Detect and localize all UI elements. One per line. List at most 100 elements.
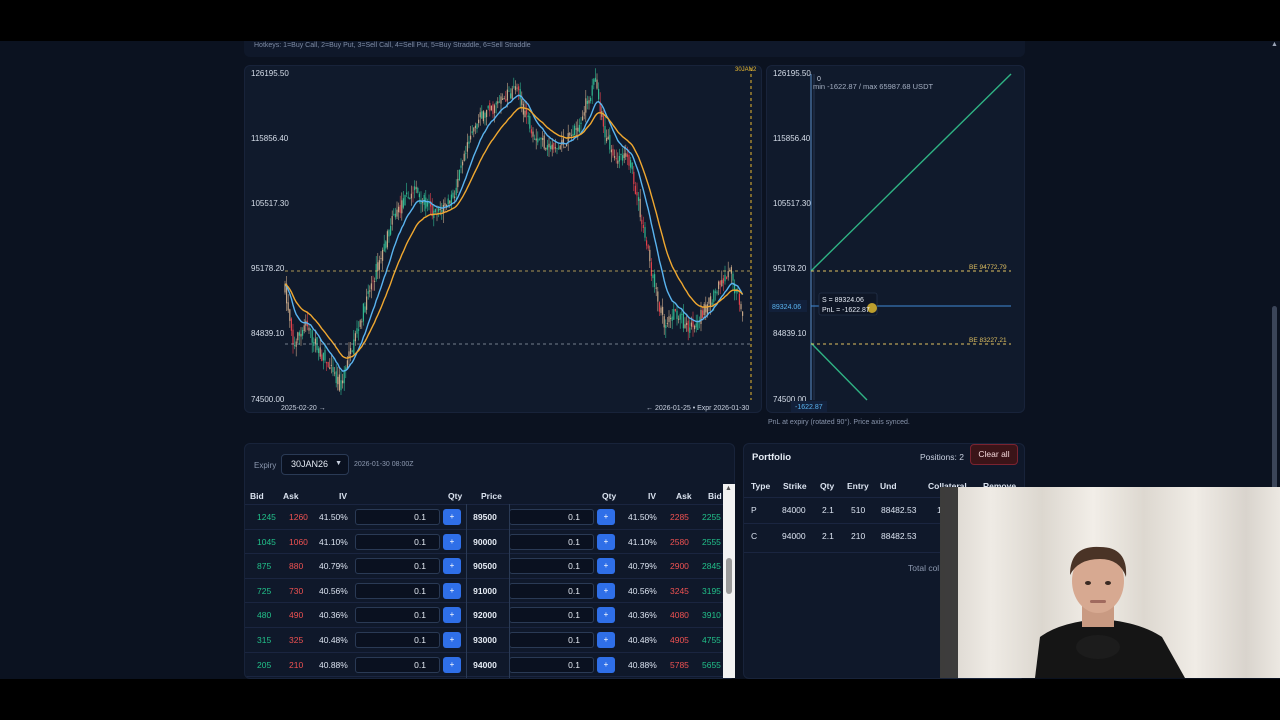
put-bid: 315 <box>257 635 272 645</box>
pnl-chart[interactable]: 126195.50 115856.40 105517.30 95178.20 8… <box>767 66 1026 414</box>
candle-body <box>463 153 465 162</box>
put-add-button[interactable]: + <box>443 656 461 673</box>
candle-body <box>294 345 296 346</box>
call-qty-input[interactable]: 0.1 <box>509 632 594 648</box>
candle-body <box>295 341 297 347</box>
candle-body <box>340 380 342 391</box>
call-qty-input[interactable]: 0.1 <box>509 656 594 673</box>
candle-body <box>391 216 393 225</box>
candle-body <box>530 129 532 134</box>
put-add-button[interactable]: + <box>443 607 461 624</box>
expiry-time: 2026-01-30 08:00Z <box>354 461 414 468</box>
call-add-button[interactable]: + <box>597 558 615 575</box>
put-qty-input[interactable]: 0.1 <box>355 558 440 575</box>
candle-body <box>518 86 520 91</box>
candle-body <box>676 310 678 320</box>
clear-all-button[interactable]: Clear all <box>970 444 1018 465</box>
call-add-button[interactable]: + <box>597 533 615 550</box>
price-chart[interactable]: 30JAN2 126195.50 115856.40 105517.30 951… <box>245 66 763 414</box>
call-iv: 40.88% <box>628 659 657 670</box>
call-add-button[interactable]: + <box>597 509 615 525</box>
put-iv: 41.10% <box>319 536 348 547</box>
candle-body <box>319 347 321 357</box>
scroll-up-icon[interactable]: ▲ <box>725 485 732 492</box>
price-chart-panel[interactable]: 30JAN2 126195.50 115856.40 105517.30 951… <box>244 65 762 413</box>
tooltip-pnl: PnL = -1622.87 <box>822 307 870 314</box>
total-collateral-label: Total col <box>908 563 940 573</box>
chain-scrollbar[interactable]: ▲ <box>723 484 735 678</box>
call-qty-input[interactable]: 0.1 <box>509 509 594 525</box>
candle-body <box>666 323 668 324</box>
candle-body <box>716 291 718 294</box>
header-call-bid: Bid <box>708 491 722 501</box>
chain-row[interactable]: 1045 1060 41.10% 0.1 +90000 0.1 +41.10% 2580 255… <box>245 528 729 554</box>
chain-row[interactable]: 480 490 40.36% 0.1 +92000 0.1 +40.36% 4080 3910 <box>245 602 729 627</box>
tooltip-spot: S = 89324.06 <box>822 297 864 304</box>
call-add-button[interactable]: + <box>597 632 615 648</box>
chain-row[interactable]: 205 210 40.88% 0.1 +94000 0.1 +40.88% 5785 5655 <box>245 651 729 677</box>
pnl-chart-panel[interactable]: 126195.50 115856.40 105517.30 95178.20 8… <box>766 65 1025 413</box>
candle-body <box>324 350 326 361</box>
candle-body <box>673 309 675 320</box>
candle-body <box>322 352 324 361</box>
put-add-button[interactable]: + <box>443 582 461 599</box>
candle-body <box>367 291 369 294</box>
call-add-button[interactable]: + <box>597 656 615 673</box>
put-add-button[interactable]: + <box>443 509 461 525</box>
chain-scroll-thumb[interactable] <box>726 558 732 594</box>
pf-qty: 2.1 <box>822 505 834 515</box>
candle-body <box>308 327 310 331</box>
chain-row[interactable]: 315 325 40.48% 0.1 +93000 0.1 +40.48% 4905 4755 <box>245 627 729 652</box>
candle-body <box>738 293 740 305</box>
candle-body <box>585 98 587 113</box>
put-qty-input[interactable]: 0.1 <box>355 607 440 624</box>
expiry-select[interactable]: 30JAN26 ▼ <box>281 454 349 475</box>
chain-row[interactable]: 1245 1260 41.50% 0.1 +89500 0.1 +41.50% 2285 225… <box>245 504 729 529</box>
strike-price: 90500 <box>473 561 497 572</box>
scroll-up-icon[interactable]: ▲ <box>1271 41 1278 48</box>
call-add-button[interactable]: + <box>597 582 615 599</box>
candle-body <box>689 327 691 333</box>
call-ask: 2285 <box>670 512 689 522</box>
put-add-button[interactable]: + <box>443 632 461 648</box>
pf-header-qty: Qty <box>820 481 835 491</box>
put-iv: 40.48% <box>319 635 348 645</box>
put-qty-input[interactable]: 0.1 <box>355 582 440 599</box>
candle-body <box>657 291 659 302</box>
candle-body <box>654 274 656 288</box>
pnl-y-tick-1: 115856.40 <box>773 134 811 143</box>
call-ask: 2900 <box>670 561 689 572</box>
candle-body <box>407 196 409 198</box>
pnl-lower-leg <box>810 342 868 401</box>
pnl-caption: PnL at expiry (rotated 90°). Price axis … <box>768 419 910 426</box>
candle-body <box>692 319 694 328</box>
candle-body <box>358 329 360 331</box>
call-qty-input[interactable]: 0.1 <box>509 582 594 599</box>
candle-body <box>633 171 635 185</box>
candle-body <box>378 260 380 270</box>
pf-strike: 84000 <box>782 505 806 515</box>
webcam-overlay <box>940 487 1280 678</box>
candle-body <box>708 297 710 304</box>
put-qty-input[interactable]: 0.1 <box>355 533 440 550</box>
put-qty-input[interactable]: 0.1 <box>355 632 440 648</box>
candle-body <box>337 376 339 385</box>
candle-body <box>473 127 475 132</box>
put-qty-input[interactable]: 0.1 <box>355 509 440 525</box>
candle-body <box>330 365 332 366</box>
candle-body <box>572 133 574 137</box>
put-add-button[interactable]: + <box>443 533 461 550</box>
candle-body <box>714 291 716 293</box>
call-bid: 2255 <box>702 512 721 522</box>
put-ask: 1260 <box>289 512 308 522</box>
chain-row[interactable]: 875 880 40.79% 0.1 +90500 0.1 +40.79% 2900 2845 <box>245 553 729 578</box>
candle-body <box>554 147 556 149</box>
call-qty-input[interactable]: 0.1 <box>509 607 594 624</box>
call-qty-input[interactable]: 0.1 <box>509 533 594 550</box>
call-add-button[interactable]: + <box>597 607 615 624</box>
call-qty-input[interactable]: 0.1 <box>509 558 594 575</box>
chain-row[interactable]: 725 730 40.56% 0.1 +91000 0.1 +40.56% 3245 3195 <box>245 577 729 603</box>
put-add-button[interactable]: + <box>443 558 461 575</box>
candle-body <box>634 185 636 195</box>
put-qty-input[interactable]: 0.1 <box>355 656 440 673</box>
